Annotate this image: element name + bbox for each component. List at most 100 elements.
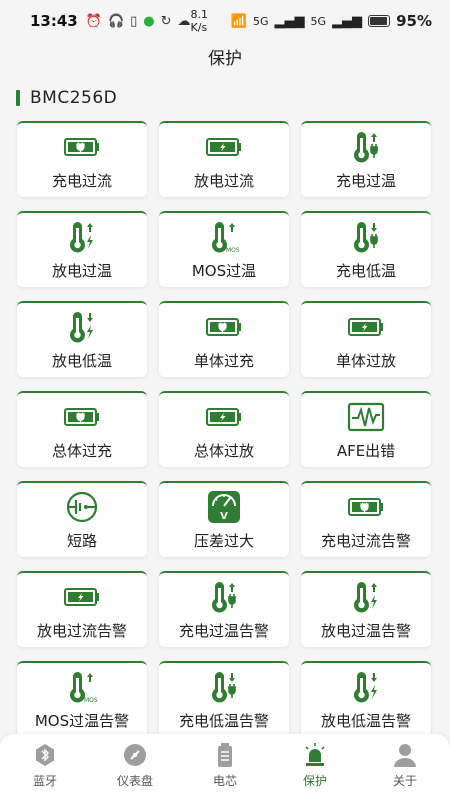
protection-label: 充电过流	[51, 171, 112, 190]
network-speed: 8.1 K/s	[190, 8, 209, 34]
nav-label: 仪表盘	[116, 773, 153, 788]
page-title: 保护	[208, 49, 242, 69]
nav-item-alarm-light[interactable]: 保护	[280, 742, 350, 789]
nav-label: 关于	[392, 773, 417, 788]
battery-percent: 95%	[396, 12, 432, 30]
battery-charge-icon	[62, 130, 102, 164]
protection-card[interactable]: 充电低温告警	[159, 661, 289, 737]
headphones-icon: 🎧	[107, 13, 125, 29]
battery-charge-icon	[346, 490, 386, 524]
protection-card[interactable]: MOS MOS过温	[159, 211, 289, 287]
protection-label: 单体过放	[335, 351, 396, 370]
thermometer-charge-up-icon	[204, 580, 244, 614]
protection-label: 放电过温	[51, 261, 112, 280]
thermometer-charge-down-icon	[346, 220, 386, 254]
protection-label: MOS过温	[191, 261, 257, 280]
thermometer-mos-icon: MOS	[204, 220, 244, 254]
thermometer-charge-up-icon	[346, 130, 386, 164]
nav-label: 蓝牙	[32, 773, 57, 788]
protection-card[interactable]: 放电低温	[17, 301, 147, 377]
signal-icon-2: ▂▄▆	[332, 13, 363, 29]
nav-item-person[interactable]: 关于	[370, 742, 440, 789]
notification-icons: ⏰ 🎧 ▯ ● ↻ ☁	[86, 15, 191, 28]
bluetooth-icon	[32, 742, 58, 768]
protection-card[interactable]: 短路	[17, 481, 147, 557]
protection-label: 放电低温告警	[320, 711, 411, 730]
battery-icon	[368, 15, 391, 27]
protection-card[interactable]: 总体过充	[17, 391, 147, 467]
protection-label: 放电过流	[193, 171, 254, 190]
protection-label: 充电过温	[335, 171, 396, 190]
protection-label: 充电低温	[335, 261, 396, 280]
svg-text:MOS: MOS	[84, 697, 98, 704]
signal-label-2: 5G	[310, 14, 327, 28]
sim-card-icon: ▯	[130, 13, 138, 29]
thermometer-discharge-down-icon	[62, 310, 102, 344]
protection-label: 总体过放	[193, 441, 254, 460]
battery-discharge-icon	[204, 130, 244, 164]
battery-discharge-icon	[346, 310, 386, 344]
protection-label: 充电低温告警	[178, 711, 269, 730]
nav-label: 电芯	[212, 773, 237, 788]
alarm-light-icon	[302, 742, 328, 768]
nav-item-bluetooth[interactable]: 蓝牙	[10, 742, 80, 789]
protection-label: 压差过大	[193, 531, 254, 550]
signal-label-1: 5G	[253, 14, 269, 28]
status-bar: 13:43 ⏰ 🎧 ▯ ● ↻ ☁ 8.1 K/s 📶 5G ▂▄▆ 5G ▂▄…	[0, 0, 450, 42]
protection-card[interactable]: 放电过温告警	[301, 571, 431, 647]
protection-label: 单体过充	[193, 351, 254, 370]
protection-card[interactable]: 充电过流	[17, 121, 147, 197]
protection-label: 短路	[66, 531, 97, 550]
protection-label: 充电过流告警	[320, 531, 411, 550]
dashboard-icon	[122, 742, 148, 768]
short-circuit-icon	[62, 490, 102, 524]
protection-label: 放电低温	[51, 351, 112, 370]
protection-card[interactable]: 总体过放	[159, 391, 289, 467]
protection-card[interactable]: 放电低温告警	[301, 661, 431, 737]
thermometer-discharge-up-icon	[346, 580, 386, 614]
status-left: 13:43 ⏰ 🎧 ▯ ● ↻ ☁	[30, 12, 191, 30]
protection-card[interactable]: V 压差过大	[159, 481, 289, 557]
wechat-icon: ●	[143, 13, 155, 29]
protection-card[interactable]: 充电过温	[301, 121, 431, 197]
thermometer-discharge-down-icon	[346, 670, 386, 704]
wifi-icon: 📶	[230, 13, 247, 29]
protection-card[interactable]: 放电过流告警	[17, 571, 147, 647]
protection-card[interactable]: AFE出错	[301, 391, 431, 467]
svg-text:V: V	[220, 511, 228, 522]
bottom-navigation: 蓝牙 仪表盘 电芯 保护 关于	[0, 734, 450, 800]
nav-item-dashboard[interactable]: 仪表盘	[100, 742, 170, 789]
device-header: BMC256D	[16, 88, 117, 108]
nav-label: 保护	[302, 773, 327, 788]
protection-card[interactable]: 充电低温	[301, 211, 431, 287]
protection-label: MOS过温告警	[34, 711, 130, 730]
battery-charge-icon	[204, 310, 244, 344]
protection-card[interactable]: 单体过充	[159, 301, 289, 377]
cell-icon	[212, 742, 238, 768]
thermometer-mos-icon: MOS	[62, 670, 102, 704]
alarm-clock-icon: ⏰	[85, 13, 102, 29]
protection-card[interactable]: 放电过流	[159, 121, 289, 197]
waveform-icon	[346, 400, 386, 434]
person-icon	[392, 742, 418, 768]
protection-card[interactable]: 放电过温	[17, 211, 147, 287]
nav-item-cell[interactable]: 电芯	[190, 742, 260, 789]
status-time: 13:43	[30, 12, 78, 30]
weather-icon: ☁	[177, 13, 191, 29]
protection-card[interactable]: MOS MOS过温告警	[17, 661, 147, 737]
protection-label: AFE出错	[336, 441, 396, 460]
device-accent-bar	[16, 90, 20, 106]
protection-label: 总体过充	[51, 441, 112, 460]
protection-label: 放电过流告警	[36, 621, 127, 640]
protection-card[interactable]: 单体过放	[301, 301, 431, 377]
thermometer-charge-down-icon	[204, 670, 244, 704]
battery-discharge-icon	[204, 400, 244, 434]
protection-card[interactable]: 充电过流告警	[301, 481, 431, 557]
signal-icon: ▂▄▆	[274, 13, 305, 29]
status-right: 8.1 K/s 📶 5G ▂▄▆ 5G ▂▄▆ 95%	[191, 8, 432, 34]
protection-card[interactable]: 充电过温告警	[159, 571, 289, 647]
protection-grid: 充电过流 放电过流 充电过温 放电过温 MOS MOS过温 充电低温 放电低温	[17, 121, 433, 737]
battery-discharge-icon	[62, 580, 102, 614]
protection-label: 放电过温告警	[320, 621, 411, 640]
voltmeter-icon: V	[204, 490, 244, 524]
